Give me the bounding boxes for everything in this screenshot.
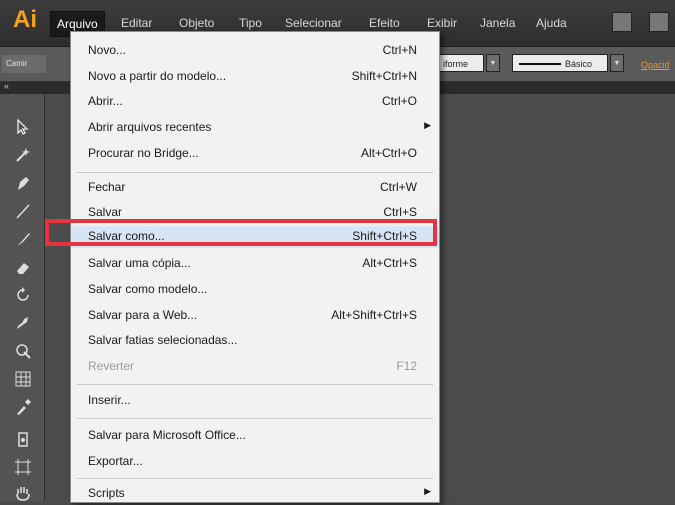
- menu-item-scripts[interactable]: Scripts ▶: [71, 483, 439, 505]
- menu-item-label: Abrir...: [88, 94, 123, 108]
- menu-item-shortcut: Shift+Ctrl+N: [351, 69, 417, 83]
- app-logo: Ai: [13, 6, 37, 33]
- menu-editar[interactable]: Editar: [121, 16, 152, 30]
- menu-item-label: Salvar para a Web...: [88, 308, 198, 322]
- stroke-preview-line: [519, 63, 561, 65]
- menu-item-inserir[interactable]: Inserir...: [71, 390, 439, 412]
- tools-panel: [0, 94, 45, 501]
- warp-tool-icon[interactable]: [12, 312, 34, 334]
- menu-ajuda[interactable]: Ajuda: [536, 16, 567, 30]
- menu-item-label: Reverter: [88, 359, 135, 373]
- menu-item-salvar-web[interactable]: Salvar para a Web... Alt+Shift+Ctrl+S: [71, 305, 439, 327]
- rotate-tool-icon[interactable]: [12, 284, 34, 306]
- shape-builder-icon[interactable]: [12, 340, 34, 362]
- menu-item-bridge[interactable]: Procurar no Bridge... Alt+Ctrl+O: [71, 143, 439, 165]
- menu-item-shortcut: Ctrl+S: [383, 205, 417, 219]
- menu-objeto[interactable]: Objeto: [179, 16, 214, 30]
- brush-label: Básico: [565, 59, 593, 69]
- magic-wand-icon[interactable]: [12, 144, 34, 166]
- menu-separator: [77, 478, 433, 479]
- eyedropper-icon[interactable]: [12, 396, 34, 418]
- menu-item-label: Procurar no Bridge...: [88, 146, 199, 160]
- menu-item-reverter: Reverter F12: [71, 356, 439, 378]
- collapse-icon[interactable]: «: [4, 81, 9, 91]
- control-left-label: Camir: [2, 55, 46, 73]
- menu-item-abrir[interactable]: Abrir... Ctrl+O: [71, 91, 439, 113]
- selection-tool-icon[interactable]: [12, 116, 34, 138]
- menu-item-label: Salvar fatias selecionadas...: [88, 333, 238, 347]
- submenu-arrow-icon: ▶: [424, 120, 431, 130]
- menu-item-salvar-fatias[interactable]: Salvar fatias selecionadas...: [71, 330, 439, 352]
- menu-item-exportar[interactable]: Exportar...: [71, 451, 439, 473]
- menu-item-label: Salvar: [88, 205, 123, 219]
- menu-item-novo-modelo[interactable]: Novo a partir do modelo... Shift+Ctrl+N: [71, 66, 439, 88]
- variable-width-profile[interactable]: iforme: [438, 54, 484, 72]
- menu-exibir[interactable]: Exibir: [427, 16, 457, 30]
- menu-tipo[interactable]: Tipo: [239, 16, 262, 30]
- menu-item-shortcut: Alt+Ctrl+O: [360, 146, 417, 160]
- menu-item-label: Novo a partir do modelo...: [88, 69, 227, 83]
- menu-item-label: Fechar: [88, 180, 126, 194]
- menu-item-label: Exportar...: [88, 454, 143, 468]
- file-menu-dropdown: Novo... Ctrl+N Novo a partir do modelo..…: [70, 31, 440, 503]
- menu-separator: [77, 418, 433, 419]
- bridge-icon[interactable]: [612, 12, 632, 32]
- menu-item-label: Scripts: [88, 486, 125, 500]
- eraser-icon[interactable]: [12, 256, 34, 278]
- opacity-link[interactable]: Opacid: [641, 60, 670, 70]
- menu-item-salvar-office[interactable]: Salvar para Microsoft Office...: [71, 425, 439, 447]
- menu-item-label: Salvar uma cópia...: [88, 256, 191, 270]
- menu-item-abrir-recentes[interactable]: Abrir arquivos recentes ▶: [71, 117, 439, 139]
- menu-efeito[interactable]: Efeito: [369, 16, 400, 30]
- menu-item-shortcut: Alt+Ctrl+S: [362, 256, 417, 270]
- symbol-sprayer-icon[interactable]: [12, 428, 34, 450]
- chevron-down-icon[interactable]: ▼: [486, 54, 500, 72]
- pen-tool-icon[interactable]: [12, 172, 34, 194]
- menu-item-shortcut: Alt+Shift+Ctrl+S: [331, 308, 417, 322]
- menu-item-fechar[interactable]: Fechar Ctrl+W: [71, 177, 439, 199]
- highlight-annotation-box: [45, 219, 437, 246]
- menu-item-label: Abrir arquivos recentes: [88, 120, 212, 134]
- chevron-down-icon[interactable]: ▼: [610, 54, 624, 72]
- menu-item-label: Salvar para Microsoft Office...: [88, 428, 246, 442]
- artboard-tool-icon[interactable]: [12, 456, 34, 478]
- menu-item-label: Inserir...: [88, 393, 131, 407]
- paintbrush-icon[interactable]: [12, 228, 34, 250]
- menu-separator: [77, 172, 433, 173]
- menu-item-novo[interactable]: Novo... Ctrl+N: [71, 40, 439, 62]
- menu-item-label: Novo...: [88, 43, 127, 57]
- menu-item-shortcut: F12: [396, 359, 417, 373]
- menu-item-label: Salvar como modelo...: [88, 282, 208, 296]
- menu-item-salvar-modelo[interactable]: Salvar como modelo...: [71, 279, 439, 301]
- graph-tool-icon[interactable]: [12, 368, 34, 390]
- menu-separator: [77, 384, 433, 385]
- submenu-arrow-icon: ▶: [424, 486, 431, 496]
- menu-janela[interactable]: Janela: [480, 16, 515, 30]
- menu-item-shortcut: Ctrl+N: [382, 43, 417, 57]
- arrange-documents-icon[interactable]: [649, 12, 669, 32]
- line-tool-icon[interactable]: [12, 200, 34, 222]
- brush-definition[interactable]: Básico: [512, 54, 608, 72]
- menu-item-salvar-copia[interactable]: Salvar uma cópia... Alt+Ctrl+S: [71, 253, 439, 275]
- menu-selecionar[interactable]: Selecionar: [285, 16, 342, 30]
- menu-item-shortcut: Ctrl+W: [380, 180, 417, 194]
- menu-item-shortcut: Ctrl+O: [381, 94, 417, 108]
